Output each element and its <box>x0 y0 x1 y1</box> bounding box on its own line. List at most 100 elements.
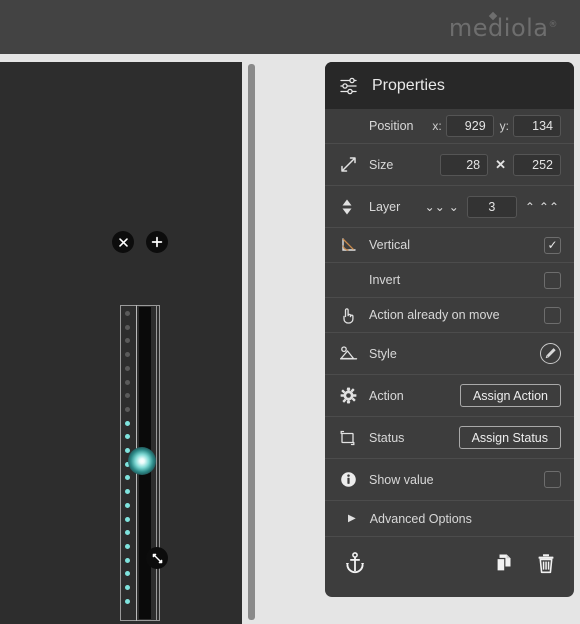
style-icon-slot <box>340 344 362 364</box>
copy-icon <box>496 554 511 572</box>
position-icon-slot <box>340 116 362 136</box>
layer-value-input[interactable] <box>466 195 517 218</box>
slider-scale-dot <box>125 461 130 467</box>
pencil-icon <box>545 348 556 359</box>
slider-scale-dot <box>125 571 130 577</box>
gear-icon <box>340 387 357 404</box>
position-y-label: y: <box>499 119 509 133</box>
action-label: Action <box>369 388 404 403</box>
slider-scale-dot <box>125 420 130 426</box>
widget-add-button[interactable] <box>146 231 168 253</box>
slider-scale-dot <box>125 489 130 495</box>
slider-scale-dot <box>125 434 130 440</box>
anchor-button[interactable] <box>345 552 365 574</box>
slider-scale-dot <box>125 585 130 590</box>
duplicate-button[interactable] <box>494 553 514 573</box>
size-label: Size <box>369 157 394 172</box>
action-on-move-label: Action already on move <box>369 308 500 322</box>
resize-diagonal-icon <box>152 553 162 563</box>
action-on-move-checkbox[interactable] <box>544 306 561 324</box>
status-label: Status <box>369 430 405 445</box>
invert-checkbox[interactable] <box>544 271 561 289</box>
layer-move-to-bottom-button[interactable]: ⌄⌄ <box>423 201 447 213</box>
slider-scale-dot <box>125 393 130 399</box>
status-icon-slot <box>340 428 362 448</box>
style-image-icon <box>340 346 358 360</box>
position-x-label: x: <box>432 119 442 133</box>
updown-arrow-icon <box>342 199 352 214</box>
layer-move-to-top-button[interactable]: ⌃⌃ <box>537 201 561 213</box>
slider-scale-dots <box>125 311 135 617</box>
row-action: Action Assign Action <box>325 375 574 417</box>
checkmark-icon: ✓ <box>547 238 558 252</box>
panel-title: Properties <box>372 76 445 94</box>
assign-action-button[interactable]: Assign Action <box>459 384 561 407</box>
size-separator: ✕ <box>495 156 506 172</box>
advanced-options-label: Advanced Options <box>369 511 472 526</box>
slider-track[interactable] <box>139 307 151 619</box>
slider-track-edge-left <box>136 305 137 621</box>
position-label: Position <box>369 119 414 133</box>
properties-panel: Properties Position x: y: Size ✕ <box>325 62 574 597</box>
chevron-right-icon: ▶ <box>348 513 356 524</box>
trash-icon <box>538 553 554 573</box>
row-invert: Invert <box>325 263 574 298</box>
layer-icon-slot <box>340 197 362 217</box>
style-edit-button[interactable] <box>540 343 561 364</box>
widget-resize-handle[interactable] <box>146 547 168 569</box>
panel-header: Properties <box>325 62 574 109</box>
status-frame-icon <box>340 430 355 445</box>
row-size: Size ✕ <box>325 144 574 186</box>
invert-icon-slot <box>340 270 362 290</box>
action-on-move-icon-slot <box>340 305 362 325</box>
row-show-value: Show value <box>325 459 574 501</box>
slider-scale-dot <box>125 379 130 385</box>
row-action-on-move: Action already on move <box>325 298 574 333</box>
row-style: Style <box>325 333 574 375</box>
vertical-checkbox[interactable]: ✓ <box>544 236 561 254</box>
slider-scale-dot <box>125 598 130 604</box>
size-width-input[interactable] <box>440 153 489 176</box>
slider-scale-dot <box>125 448 130 453</box>
info-icon <box>341 472 356 487</box>
row-status: Status Assign Status <box>325 417 574 459</box>
widget-close-button[interactable] <box>112 231 134 253</box>
layer-move-up-button[interactable]: ⌃ <box>523 201 537 213</box>
assign-status-button[interactable]: Assign Status <box>458 426 561 449</box>
slider-scale-dot <box>125 543 130 549</box>
hand-pointer-icon <box>343 307 354 324</box>
plus-icon <box>151 236 163 248</box>
slider-scale-dot <box>125 516 130 522</box>
slider-scale-dot <box>125 338 130 344</box>
vertical-label: Vertical <box>369 238 410 252</box>
slider-scale-dot <box>125 475 130 481</box>
invert-label: Invert <box>369 273 401 287</box>
editor-canvas[interactable] <box>0 62 242 624</box>
panel-footer <box>325 537 574 589</box>
position-y-input[interactable] <box>513 115 561 137</box>
slider-scale-dot <box>125 502 130 508</box>
vertical-slider-widget[interactable] <box>120 305 160 621</box>
show-value-label: Show value <box>369 472 434 487</box>
layer-label: Layer <box>369 199 401 214</box>
registered-mark: ® <box>548 20 558 30</box>
layer-move-down-button[interactable]: ⌄ <box>447 201 461 213</box>
slider-scale-dot <box>125 324 130 330</box>
anchor-icon <box>345 552 365 574</box>
row-advanced-options[interactable]: ▶ Advanced Options <box>325 501 574 537</box>
action-icon-slot <box>340 386 362 406</box>
row-vertical: Vertical ✓ <box>325 228 574 263</box>
app-header: mediola® <box>0 0 580 54</box>
position-x-input[interactable] <box>445 115 494 137</box>
vertical-icon-slot <box>340 235 362 255</box>
angle-arc-icon <box>342 237 356 251</box>
slider-scale-dot <box>125 311 130 316</box>
resize-diagonal-icon <box>341 157 356 172</box>
slider-scale-dot <box>125 530 130 536</box>
canvas-scrollbar-thumb[interactable] <box>248 64 255 620</box>
slider-scale-dot <box>125 557 130 563</box>
size-height-input[interactable] <box>513 153 561 176</box>
delete-button[interactable] <box>536 553 556 574</box>
show-value-icon-slot <box>340 470 362 490</box>
show-value-checkbox[interactable] <box>544 471 561 488</box>
